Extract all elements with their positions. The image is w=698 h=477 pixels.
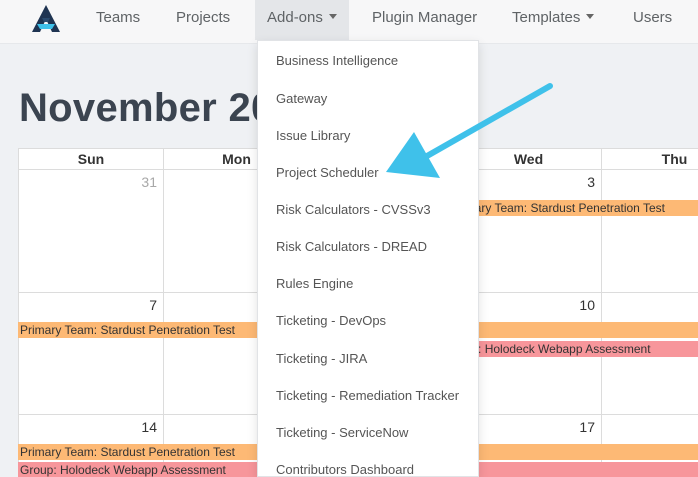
nav-users[interactable]: Users xyxy=(633,0,672,40)
day-number: 3 xyxy=(587,174,595,190)
day-number: 31 xyxy=(141,174,157,190)
menu-item-contributors-dashboard[interactable]: Contributors Dashboard xyxy=(258,451,478,476)
calendar-day-cell[interactable]: 31 xyxy=(18,170,164,293)
weekday-header-thu: Thu xyxy=(602,148,698,170)
menu-item-business-intelligence[interactable]: Business Intelligence xyxy=(258,42,478,79)
annotation-arrow-icon xyxy=(386,83,553,178)
menu-item-ticketing-jira[interactable]: Ticketing - JIRA xyxy=(258,340,478,377)
calendar-day-cell[interactable] xyxy=(602,170,698,293)
weekday-header-sun: Sun xyxy=(18,148,164,170)
nav-plugin-manager[interactable]: Plugin Manager xyxy=(372,0,477,40)
menu-item-ticketing-remediation-tracker[interactable]: Ticketing - Remediation Tracker xyxy=(258,377,478,414)
page-title: November 20 xyxy=(19,86,274,130)
top-navbar: Teams Projects Add-ons Plugin Manager Te… xyxy=(0,0,698,44)
calendar-event-group[interactable]: oup: Holodeck Webapp Assessment xyxy=(456,341,698,357)
nav-templates[interactable]: Templates xyxy=(512,0,595,40)
chevron-down-icon xyxy=(586,13,595,19)
menu-item-ticketing-devops[interactable]: Ticketing - DevOps xyxy=(258,302,478,339)
nav-addons-label: Add-ons xyxy=(267,9,323,26)
day-number: 17 xyxy=(579,419,595,435)
chevron-down-icon xyxy=(328,13,337,19)
day-number: 10 xyxy=(579,297,595,313)
calendar-event-primary-team[interactable]: rimary Team: Stardust Penetration Test xyxy=(456,200,698,216)
app-logo-icon[interactable] xyxy=(28,2,64,38)
nav-projects[interactable]: Projects xyxy=(176,0,230,40)
menu-item-risk-calculators-dread[interactable]: Risk Calculators - DREAD xyxy=(258,228,478,265)
nav-addons[interactable]: Add-ons xyxy=(255,0,349,40)
day-number: 7 xyxy=(149,297,157,313)
nav-teams[interactable]: Teams xyxy=(96,0,140,40)
menu-item-rules-engine[interactable]: Rules Engine xyxy=(258,265,478,302)
menu-item-risk-calculators-cvssv3[interactable]: Risk Calculators - CVSSv3 xyxy=(258,191,478,228)
day-number: 14 xyxy=(141,419,157,435)
menu-item-ticketing-servicenow[interactable]: Ticketing - ServiceNow xyxy=(258,414,478,451)
calendar-day-cell[interactable]: 7 xyxy=(18,293,164,415)
nav-templates-label: Templates xyxy=(512,9,581,26)
